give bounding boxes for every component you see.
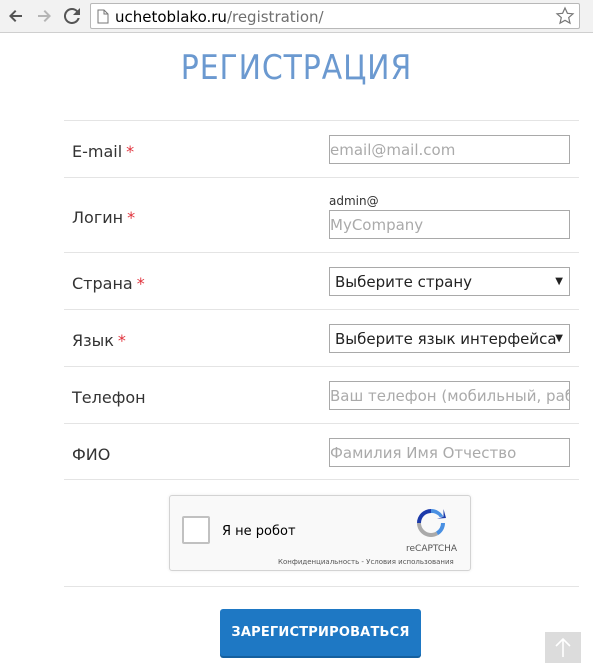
back-button[interactable]	[4, 4, 28, 28]
page-title: РЕГИСТРАЦИЯ	[180, 48, 413, 88]
required-mark: *	[126, 142, 135, 161]
email-field[interactable]: email@mail.com	[329, 135, 570, 164]
url-host: uchetoblako.ru	[115, 8, 227, 26]
scroll-to-top-button[interactable]	[545, 632, 581, 663]
login-field[interactable]: MyCompany	[329, 210, 570, 239]
country-selected-value: Выберите страну	[335, 273, 472, 291]
recaptcha-logo-icon	[417, 509, 446, 537]
divider	[64, 586, 579, 587]
recaptcha-brand: reCAPTCHA	[406, 544, 458, 554]
login-placeholder: MyCompany	[330, 216, 424, 234]
dropdown-arrow-icon: ▼	[555, 333, 563, 344]
email-label: E-mail *	[72, 142, 135, 161]
page-icon	[97, 9, 109, 24]
register-button[interactable]: ЗАРЕГИСТРИРОВАТЬСЯ	[220, 609, 421, 656]
arrow-right-icon	[38, 10, 51, 22]
required-mark: *	[136, 274, 145, 293]
country-row: Страна * Выберите страну ▼	[64, 252, 579, 309]
country-select[interactable]: Выберите страну ▼	[329, 267, 570, 296]
phone-label: Телефон	[72, 388, 146, 407]
bookmark-star-icon[interactable]	[555, 6, 575, 26]
country-label: Страна *	[72, 274, 145, 293]
login-prefix: admin@	[329, 194, 379, 208]
fio-placeholder: Фамилия Имя Отчество	[330, 444, 517, 462]
forward-button[interactable]	[32, 4, 56, 28]
phone-placeholder: Ваш телефон (мобильный, рабочий)	[330, 387, 569, 405]
language-select[interactable]: Выберите язык интерфейса ▼	[329, 324, 570, 353]
fio-row: ФИО Фамилия Имя Отчество	[64, 423, 579, 480]
fio-field[interactable]: Фамилия Имя Отчество	[329, 438, 570, 467]
phone-field[interactable]: Ваш телефон (мобильный, рабочий)	[329, 381, 570, 410]
login-row: Логин * admin@ MyCompany	[64, 177, 579, 252]
language-label: Язык *	[72, 331, 126, 350]
required-mark: *	[127, 208, 136, 227]
language-row: Язык * Выберите язык интерфейса ▼	[64, 309, 579, 366]
registration-form: E-mail * email@mail.com Логин * admin@ MyC…	[64, 120, 579, 480]
reload-button[interactable]	[60, 4, 84, 28]
address-bar[interactable]: uchetoblako.ru/registration/	[90, 3, 580, 29]
language-selected-value: Выберите язык интерфейса	[335, 330, 557, 348]
url-path: /registration/	[226, 8, 324, 26]
recaptcha-widget: Я не робот reCAPTCHA Конфиденциальность …	[169, 495, 471, 571]
email-placeholder: email@mail.com	[330, 141, 456, 159]
reload-icon	[64, 8, 80, 24]
required-mark: *	[117, 331, 126, 350]
recaptcha-terms-link[interactable]: Конфиденциальность - Условия использован…	[278, 558, 454, 566]
arrow-left-icon	[9, 10, 22, 22]
browser-toolbar: uchetoblako.ru/registration/	[0, 0, 593, 33]
arrow-up-icon	[555, 638, 571, 657]
recaptcha-label: Я не робот	[222, 524, 296, 539]
email-row: E-mail * email@mail.com	[64, 120, 579, 177]
recaptcha-checkbox[interactable]	[182, 516, 210, 544]
login-label: Логин *	[72, 208, 136, 227]
dropdown-arrow-icon: ▼	[555, 276, 563, 287]
fio-label: ФИО	[72, 445, 111, 464]
phone-row: Телефон Ваш телефон (мобильный, рабочий)	[64, 366, 579, 423]
url-text: uchetoblako.ru/registration/	[115, 8, 324, 26]
